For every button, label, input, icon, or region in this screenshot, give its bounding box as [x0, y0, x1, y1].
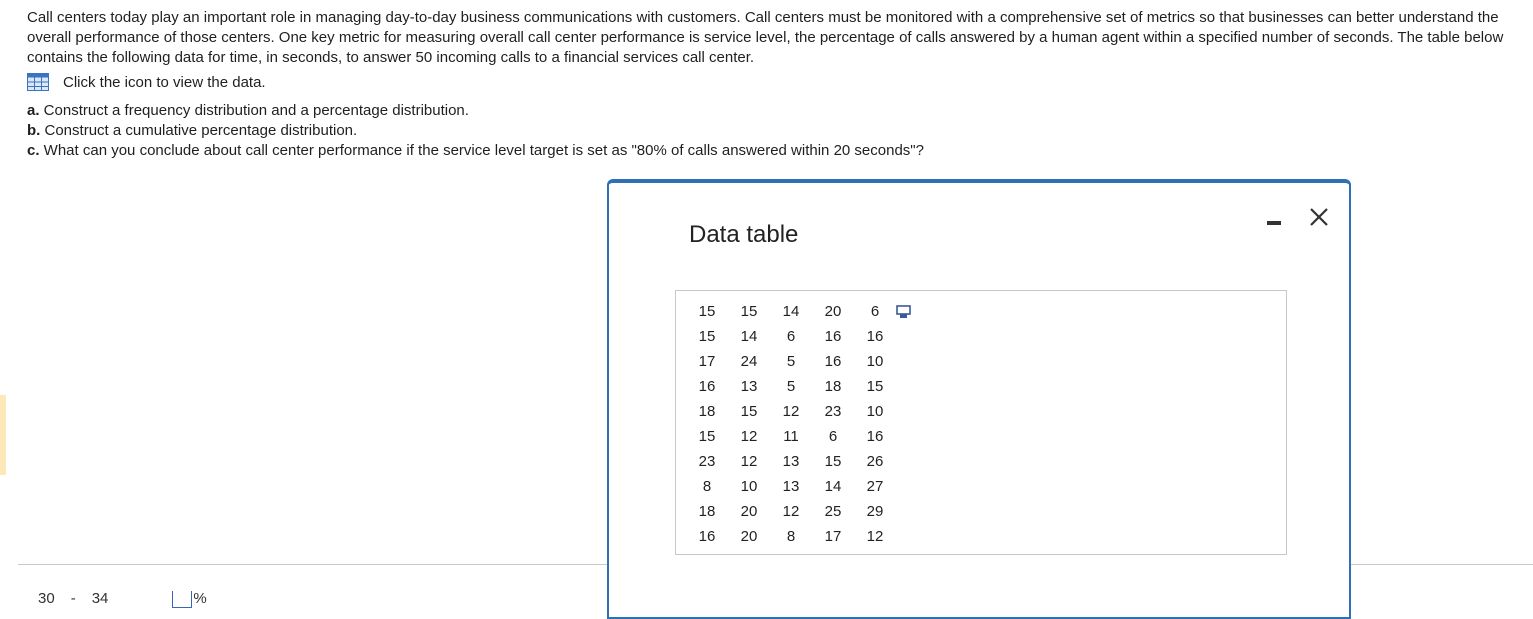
left-accent-bar: [0, 395, 6, 475]
copy-icon[interactable]: [896, 305, 912, 319]
table-row: 8 10 13 14 27: [686, 474, 896, 499]
dialog-title: Data table: [689, 221, 799, 248]
table-cell: 20: [824, 303, 842, 320]
table-cell: 11: [783, 428, 799, 445]
table-cell: 6: [870, 303, 880, 320]
table-row: 18 15 12 23 10: [686, 399, 896, 424]
table-cell: 20: [740, 528, 758, 545]
table-row: 18 20 12 25 29: [686, 499, 896, 524]
view-data-row[interactable]: Click the icon to view the data.: [27, 72, 1527, 92]
table-cell: 16: [866, 328, 884, 345]
table-cell: 16: [824, 328, 842, 345]
table-cell: 23: [698, 453, 716, 470]
table-cell: 18: [824, 378, 842, 395]
table-cell: 20: [740, 503, 758, 520]
table-cell: 16: [866, 428, 884, 445]
table-row: 15 14 6 16 16: [686, 324, 896, 349]
part-b-label: b.: [27, 122, 41, 139]
table-cell: 15: [740, 303, 758, 320]
table-cell: 8: [786, 528, 796, 545]
table-cell: 13: [740, 378, 758, 395]
table-row: 16 13 5 18 15: [686, 374, 896, 399]
part-a-label: a.: [27, 102, 40, 119]
table-cell: 16: [698, 378, 716, 395]
percentage-input[interactable]: [172, 591, 193, 608]
table-cell: 10: [866, 353, 884, 370]
table-cell: 14: [824, 478, 842, 495]
table-cell: 13: [782, 478, 800, 495]
table-cell: 12: [740, 453, 758, 470]
data-table: 15 15 14 20 6 15 14 6 16 16 17 24 5 16 10 16 13 5 18 15 18 15…: [686, 299, 896, 549]
table-cell: 15: [698, 428, 716, 445]
table-cell: 12: [740, 428, 758, 445]
table-cell: 27: [866, 478, 884, 495]
close-icon[interactable]: [1307, 205, 1331, 229]
table-cell: 18: [698, 403, 716, 420]
table-cell: 16: [824, 353, 842, 370]
table-cell: 10: [866, 403, 884, 420]
table-cell: 18: [698, 503, 716, 520]
table-cell: 5: [786, 378, 796, 395]
table-cell: 15: [824, 453, 842, 470]
table-cell: 10: [740, 478, 758, 495]
table-cell: 23: [824, 403, 842, 420]
table-row: 15 12 11 6 16: [686, 424, 896, 449]
table-cell: 5: [786, 353, 796, 370]
table-cell: 17: [698, 353, 716, 370]
part-b: b. Construct a cumulative percentage dis…: [27, 121, 1527, 141]
table-cell: 12: [866, 528, 884, 545]
class-dash: -: [70, 590, 76, 607]
table-cell: 25: [824, 503, 842, 520]
view-data-link[interactable]: Click the icon to view the data.: [63, 74, 266, 91]
table-row: 23 12 13 15 26: [686, 449, 896, 474]
table-cell: 6: [786, 328, 796, 345]
table-cell: 12: [782, 503, 800, 520]
table-row: 15 15 14 20 6: [686, 299, 896, 324]
class-high: 34: [91, 590, 109, 607]
table-cell: 17: [824, 528, 842, 545]
table-cell: 29: [866, 503, 884, 520]
table-cell: 15: [698, 328, 716, 345]
table-cell: 16: [698, 528, 716, 545]
table-cell: 24: [740, 353, 758, 370]
part-c-label: c.: [27, 142, 40, 159]
table-cell: 14: [782, 303, 800, 320]
minimize-icon[interactable]: [1265, 209, 1283, 227]
table-cell: 6: [828, 428, 838, 445]
table-cell: 14: [740, 328, 758, 345]
class-low: 30: [38, 590, 55, 607]
table-cell: 8: [702, 478, 712, 495]
table-row: 16 20 8 17 12: [686, 524, 896, 549]
part-c-text: What can you conclude about call center …: [39, 142, 924, 159]
problem-intro: Call centers today play an important rol…: [27, 9, 1504, 66]
data-table-dialog: Data table 15 15 14 20 6 15 14 6 16 16 17 24 5 16 10 16…: [607, 179, 1351, 619]
table-row: 17 24 5 16 10: [686, 349, 896, 374]
problem-statement: Call centers today play an important rol…: [27, 8, 1527, 161]
question-parts: a. Construct a frequency distribution an…: [27, 101, 1527, 161]
percent-sign: %: [193, 590, 207, 607]
answer-row: 30 - 34 %: [38, 589, 207, 608]
table-cell: 12: [782, 403, 800, 420]
part-a-text: Construct a frequency distribution and a…: [39, 102, 469, 119]
grid-table-icon[interactable]: [27, 73, 49, 91]
part-c: c. What can you conclude about call cent…: [27, 141, 1527, 161]
table-cell: 15: [740, 403, 758, 420]
table-cell: 26: [866, 453, 884, 470]
table-cell: 15: [698, 303, 716, 320]
data-table-frame: 15 15 14 20 6 15 14 6 16 16 17 24 5 16 10 16 13 5 18 15 18 15…: [675, 290, 1287, 555]
table-cell: 15: [866, 378, 884, 395]
part-b-text: Construct a cumulative percentage distri…: [40, 122, 358, 139]
table-cell: 13: [782, 453, 800, 470]
part-a: a. Construct a frequency distribution an…: [27, 101, 1527, 121]
